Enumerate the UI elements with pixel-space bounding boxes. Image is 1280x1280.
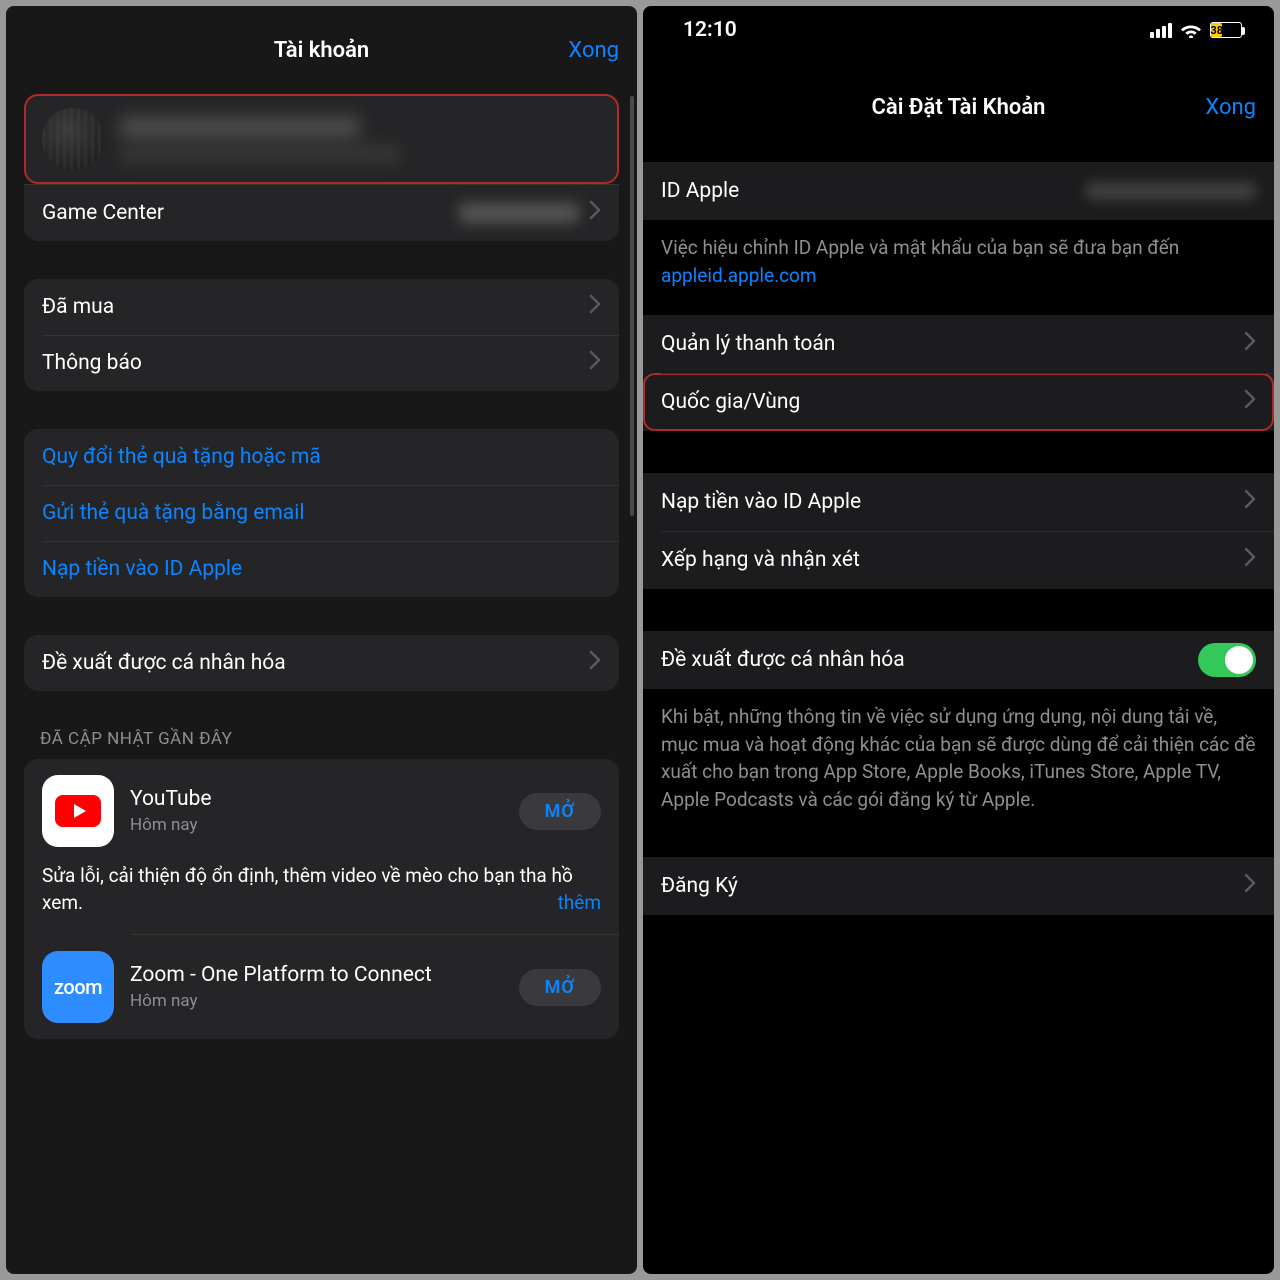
account-settings-screen: 12:10 38 Cài Đặt Tài Khoản Xong ID Apple… <box>643 6 1274 1274</box>
manage-payments-row[interactable]: Quản lý thanh toán <box>643 315 1274 373</box>
battery-icon: 38 <box>1210 22 1242 38</box>
notifications-row[interactable]: Thông báo <box>24 335 619 391</box>
payment-region-group: Quản lý thanh toán Quốc gia/Vùng <box>643 315 1274 431</box>
chevron-right-icon <box>1244 389 1256 415</box>
nav-title: Cài Đặt Tài Khoản <box>643 95 1274 120</box>
app-info: YouTube Hôm nay <box>130 787 503 835</box>
apple-id-value-redacted <box>1086 182 1256 200</box>
purchased-label: Đã mua <box>42 295 579 319</box>
chevron-right-icon <box>1244 873 1256 899</box>
personalized-footer: Khi bật, những thông tin về việc sử dụng… <box>643 689 1274 839</box>
funds-ratings-group: Nạp tiền vào ID Apple Xếp hạng và nhận x… <box>643 473 1274 589</box>
scrollbar[interactable] <box>630 96 634 516</box>
open-button-zoom[interactable]: MỞ <box>519 969 601 1006</box>
gamecenter-group: Game Center <box>24 184 619 241</box>
apple-id-group: ID Apple <box>643 162 1274 220</box>
personalized-toggle-row[interactable]: Đề xuất được cá nhân hóa <box>643 631 1274 689</box>
appleid-link[interactable]: appleid.apple.com <box>661 264 817 287</box>
app-name: Zoom - One Platform to Connect <box>130 963 503 987</box>
apple-id-row[interactable]: ID Apple <box>643 162 1274 220</box>
purchased-row[interactable]: Đã mua <box>24 279 619 335</box>
add-funds-row[interactable]: Nạp tiền vào ID Apple <box>24 541 619 597</box>
chevron-right-icon <box>1244 547 1256 573</box>
apple-id-label: ID Apple <box>661 179 1086 203</box>
app-info: Zoom - One Platform to Connect Hôm nay <box>130 963 503 1011</box>
app-sub: Hôm nay <box>130 815 503 835</box>
ratings-reviews-row[interactable]: Xếp hạng và nhận xét <box>643 531 1274 589</box>
app-desc-text: Sửa lỗi, cải thiện độ ổn định, thêm vide… <box>42 864 573 914</box>
subscriptions-label: Đăng Ký <box>661 874 1234 898</box>
nav-bar: Tài khoản Xong <box>6 6 637 86</box>
zoom-logo-text: zoom <box>54 975 102 999</box>
subscriptions-row[interactable]: Đăng Ký <box>643 857 1274 915</box>
battery-level: 38 <box>1211 23 1222 37</box>
add-funds-label: Nạp tiền vào ID Apple <box>661 490 1234 514</box>
zoom-app-icon: zoom <box>42 951 114 1023</box>
done-button[interactable]: Xong <box>1205 95 1256 120</box>
redeem-label: Quy đổi thẻ quà tặng hoặc mã <box>42 445 601 469</box>
profile-text <box>120 116 601 162</box>
nav-title: Tài khoản <box>6 38 637 63</box>
status-time: 12:10 <box>683 18 737 42</box>
app-row-youtube[interactable]: YouTube Hôm nay MỞ <box>24 759 619 863</box>
add-funds-label: Nạp tiền vào ID Apple <box>42 557 601 581</box>
app-desc-youtube: Sửa lỗi, cải thiện độ ổn định, thêm vide… <box>24 863 619 934</box>
cellular-signal-icon <box>1150 23 1172 38</box>
notifications-label: Thông báo <box>42 351 579 375</box>
profile-row[interactable] <box>24 94 619 184</box>
send-gift-label: Gửi thẻ quà tặng bằng email <box>42 501 601 525</box>
content-area: Game Center Đã mua Thông báo Quy đổi thẻ… <box>6 86 637 1274</box>
chevron-right-icon <box>589 350 601 376</box>
personalized-toggle-group: Đề xuất được cá nhân hóa <box>643 631 1274 689</box>
recent-updates-group: YouTube Hôm nay MỞ Sửa lỗi, cải thiện độ… <box>24 759 619 1039</box>
send-gift-row[interactable]: Gửi thẻ quà tặng bằng email <box>24 485 619 541</box>
recent-updates-header: ĐÃ CẬP NHẬT GẦN ĐÂY <box>6 729 637 759</box>
redeem-row[interactable]: Quy đổi thẻ quà tặng hoặc mã <box>24 429 619 485</box>
apple-id-footer: Việc hiệu chỉnh ID Apple và mật khẩu của… <box>643 220 1274 315</box>
chevron-right-icon <box>589 294 601 320</box>
profile-name-redacted <box>120 116 360 140</box>
account-screen: Tài khoản Xong Game Center Đã mua T <box>6 6 637 1274</box>
chevron-right-icon <box>1244 331 1256 357</box>
app-name: YouTube <box>130 787 503 811</box>
personalized-toggle[interactable] <box>1198 643 1256 677</box>
apple-id-note-text: Việc hiệu chỉnh ID Apple và mật khẩu của… <box>661 236 1179 259</box>
purchases-group: Đã mua Thông báo <box>24 279 619 391</box>
more-link[interactable]: thêm <box>558 890 601 917</box>
avatar <box>42 108 104 170</box>
content-area: ID Apple Việc hiệu chỉnh ID Apple và mật… <box>643 142 1274 1274</box>
app-row-zoom[interactable]: zoom Zoom - One Platform to Connect Hôm … <box>24 935 619 1039</box>
gift-links-group: Quy đổi thẻ quà tặng hoặc mã Gửi thẻ quà… <box>24 429 619 597</box>
gamecenter-value-redacted <box>459 203 579 223</box>
nav-bar: Cài Đặt Tài Khoản Xong <box>643 72 1274 142</box>
youtube-app-icon <box>42 775 114 847</box>
gamecenter-row[interactable]: Game Center <box>24 185 619 241</box>
add-funds-row[interactable]: Nạp tiền vào ID Apple <box>643 473 1274 531</box>
subscriptions-group: Đăng Ký <box>643 857 1274 915</box>
country-region-label: Quốc gia/Vùng <box>661 390 1234 414</box>
country-region-row[interactable]: Quốc gia/Vùng <box>643 373 1274 431</box>
app-sub: Hôm nay <box>130 991 503 1011</box>
done-button[interactable]: Xong <box>568 38 619 63</box>
manage-payments-label: Quản lý thanh toán <box>661 332 1234 356</box>
status-bar: 12:10 38 <box>643 6 1274 54</box>
youtube-play-icon <box>55 795 101 827</box>
personalized-label: Đề xuất được cá nhân hóa <box>42 651 579 675</box>
open-button-youtube[interactable]: MỞ <box>519 793 601 830</box>
personalized-label: Đề xuất được cá nhân hóa <box>661 648 1198 672</box>
chevron-right-icon <box>1244 489 1256 515</box>
gamecenter-label: Game Center <box>42 201 459 225</box>
status-right: 38 <box>1150 22 1242 38</box>
wifi-icon <box>1180 22 1202 38</box>
profile-email-redacted <box>120 146 400 162</box>
personalized-row[interactable]: Đề xuất được cá nhân hóa <box>24 635 619 691</box>
chevron-right-icon <box>589 650 601 676</box>
personalized-group: Đề xuất được cá nhân hóa <box>24 635 619 691</box>
chevron-right-icon <box>589 200 601 226</box>
ratings-reviews-label: Xếp hạng và nhận xét <box>661 548 1234 572</box>
